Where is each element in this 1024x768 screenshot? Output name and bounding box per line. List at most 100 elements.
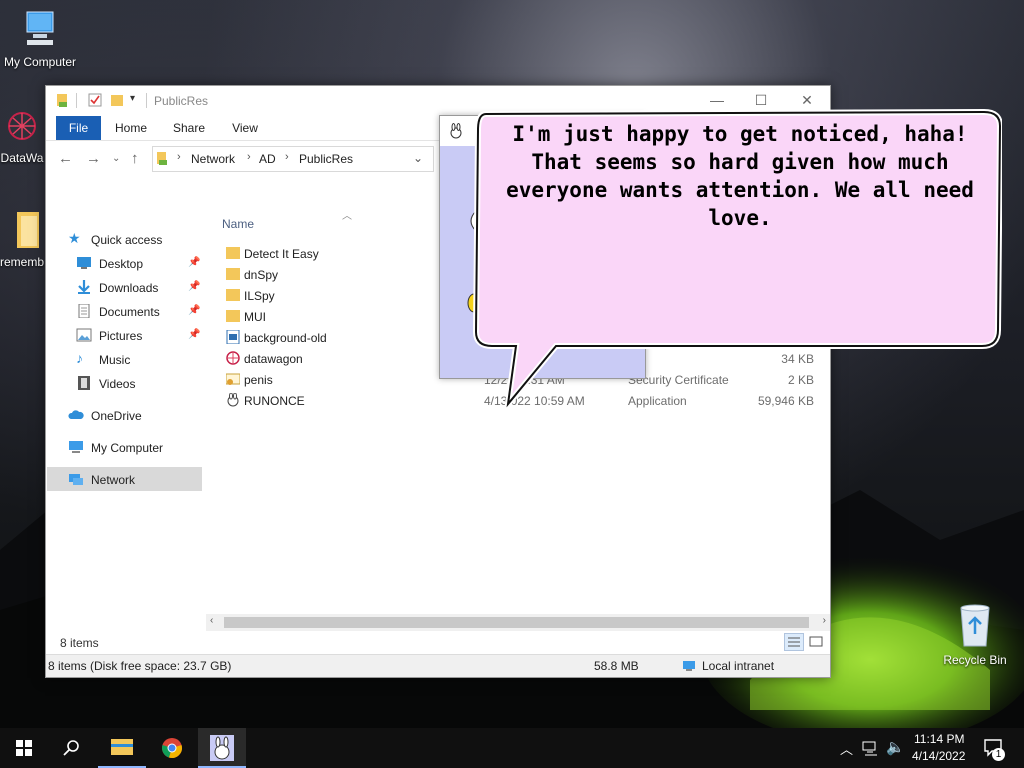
file-name: penis [244,373,273,387]
nav-quick-access[interactable]: ★ Quick access [68,229,208,251]
items-count: 8 items [60,636,99,650]
windows-logo-icon [16,740,32,756]
scrollbar-thumb[interactable] [224,617,809,628]
nav-label: My Computer [91,441,164,455]
computer-icon [26,11,54,45]
tab-file[interactable]: File [56,116,101,140]
window-title: PublicRes [154,94,209,108]
desktop-icon-my-computer[interactable]: My Computer [2,10,78,69]
quick-access-folder-icon[interactable] [56,92,70,108]
large-icons-view-button[interactable] [806,633,826,651]
document-icon [78,304,90,318]
separator [146,93,147,108]
image-file-icon [226,330,240,344]
desktop-icon-recycle-bin[interactable]: Recycle Bin [940,602,1010,667]
nav-pictures[interactable]: Pictures 📌 [76,325,206,347]
file-name: datawagon [244,352,303,366]
computer-icon [69,441,83,453]
clock-date[interactable]: 4/14/2022 [912,749,965,763]
taskbar-chrome[interactable] [148,728,196,768]
folder-icon [226,247,240,259]
address-bar[interactable]: › Network › AD › PublicRes ⌄ [152,146,434,172]
nav-videos[interactable]: Videos [76,373,206,395]
taskbar-bunny-app[interactable] [198,728,246,768]
forward-arrow-icon[interactable]: → [86,150,101,167]
desktop-icon-label: My Computer [3,55,77,69]
datawagon-icon [226,351,240,365]
tab-share[interactable]: Share [166,116,212,140]
film-icon [78,376,90,390]
back-arrow-icon[interactable]: ← [58,150,73,167]
horizontal-scrollbar[interactable]: ‹ › [206,614,830,631]
file-name: Detect It Easy [244,247,319,261]
tab-view[interactable]: View [224,116,266,140]
picture-icon [76,328,92,342]
file-name: background-old [244,331,327,345]
application-icon [227,393,239,407]
start-button[interactable] [0,728,48,768]
up-arrow-icon[interactable]: ↑ [131,150,139,167]
desktop-icon [77,257,91,269]
nav-desktop[interactable]: Desktop 📌 [76,253,206,275]
pin-icon[interactable]: 📌 [188,329,200,340]
nav-label: Quick access [91,233,163,247]
recycle-bin-icon [960,604,990,647]
details-view-icon [788,637,800,647]
folder-icon [226,289,240,301]
bunny-app-icon [210,735,234,761]
cloud-icon [68,410,84,419]
nav-my-computer[interactable]: My Computer [68,437,208,459]
tab-home[interactable]: Home [108,116,154,140]
nav-onedrive[interactable]: OneDrive [68,405,208,427]
breadcrumb-publicres[interactable]: PublicRes [299,152,353,166]
status-zone: Local intranet [702,659,775,673]
datawagon-icon [8,112,36,140]
scroll-right-arrow-icon[interactable]: › [823,615,826,626]
clock-time[interactable]: 11:14 PM [914,732,964,746]
status-bar: 8 items (Disk free space: 23.7 GB) 58.8 … [46,654,830,677]
recent-locations-chevron-icon[interactable]: ⌄ [112,153,120,164]
breadcrumb-network[interactable]: Network [191,152,235,166]
nav-music[interactable]: ♪ Music [76,349,206,371]
search-button[interactable] [48,728,96,768]
customize-toolbar-icon[interactable]: ▾ [130,93,135,104]
certificate-icon [226,373,240,385]
volume-icon[interactable]: 🔈 [886,738,905,756]
desktop-icon-label: DataWa [0,151,44,165]
show-hidden-icons-chevron-icon[interactable]: ︿ [840,739,853,758]
nav-label: Network [91,473,136,487]
chrome-icon [162,738,182,758]
breadcrumb-ad[interactable]: AD [259,152,276,166]
folder-icon [226,310,240,322]
taskbar: ︿ 🔈 11:14 PM 4/14/2022 1 [0,728,1024,768]
pin-icon[interactable]: 📌 [188,281,200,292]
pin-icon[interactable]: 📌 [188,305,200,316]
search-icon [63,740,79,756]
desktop-icon-datawagon[interactable]: DataWa [0,110,44,165]
column-header-name[interactable]: Name [222,217,254,231]
star-icon: ★ [68,230,81,246]
breadcrumb-separator-icon: › [285,151,289,163]
nav-label: Videos [99,377,136,391]
new-folder-icon[interactable] [110,92,124,108]
network-tray-icon[interactable] [862,740,880,756]
taskbar-file-explorer[interactable] [98,728,146,768]
sort-ascending-icon: ︿ [342,211,352,222]
address-dropdown-chevron-icon[interactable]: ⌄ [413,151,423,165]
file-name: ILSpy [244,289,275,303]
breadcrumb-separator-icon: › [177,151,181,163]
nav-label: Music [99,353,131,367]
nav-network[interactable]: Network [47,467,202,491]
file-name: dnSpy [244,268,279,282]
file-name: MUI [244,310,266,324]
nav-label: Documents [99,305,160,319]
nav-documents[interactable]: Documents 📌 [76,301,206,323]
pin-icon[interactable]: 📌 [188,257,200,268]
details-view-button[interactable] [784,633,804,651]
desktop-icon-label: rememb [0,255,45,269]
desktop-icon-remember[interactable]: rememb [0,210,44,269]
location-folder-icon [157,152,167,165]
nav-downloads[interactable]: Downloads 📌 [76,277,206,299]
scroll-left-arrow-icon[interactable]: ‹ [210,615,213,626]
properties-icon[interactable] [88,92,102,108]
